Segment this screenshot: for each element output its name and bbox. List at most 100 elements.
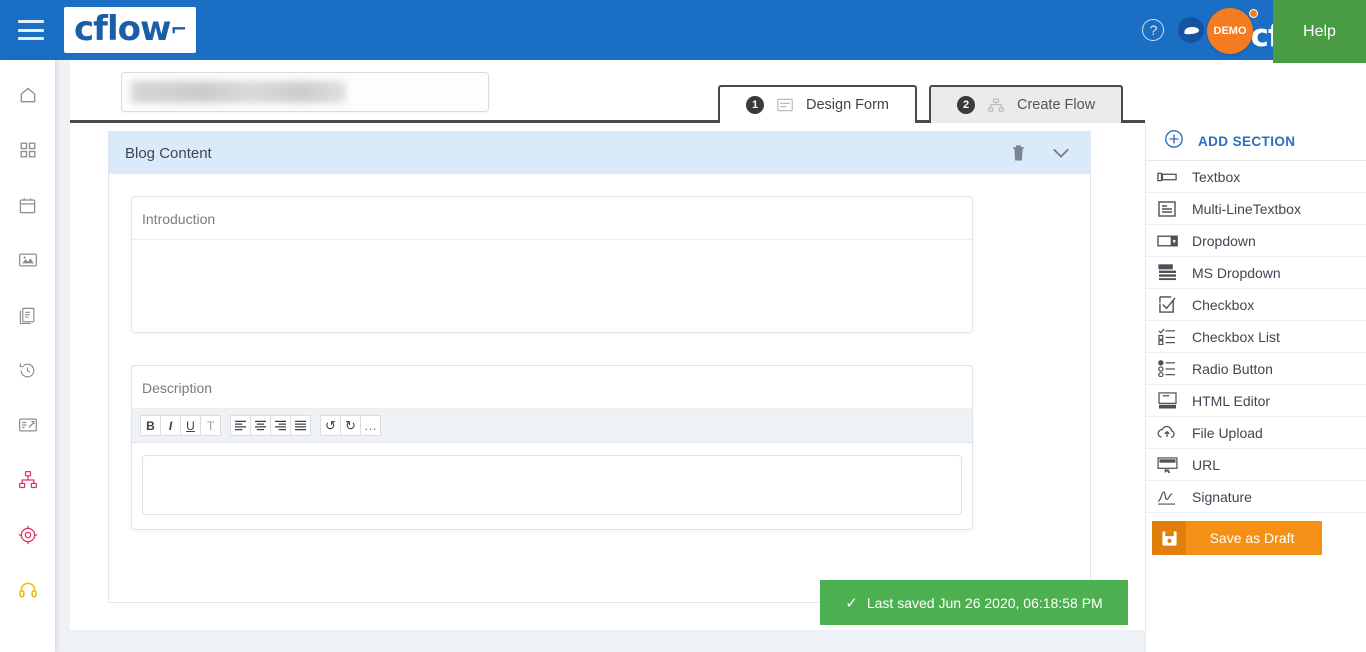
underline-button[interactable]: U [180,415,201,436]
top-navbar: cflow⌐ ? Powered By cflow⌐ [0,0,1366,60]
cloud-upload-icon [1156,425,1178,440]
sidebar-item-target[interactable] [11,518,45,552]
question-circle-icon[interactable]: ? [1142,19,1165,41]
section-title: Blog Content [125,144,212,162]
tab-design-form-number: 1 [746,96,764,114]
redo-button[interactable]: ↻ [340,415,361,436]
align-right-icon[interactable] [270,415,291,436]
dropdown-icon [1156,235,1178,247]
checkbox-icon [1156,296,1178,313]
save-as-draft-button[interactable]: Save as Draft [1152,521,1322,555]
palette-item-textbox-label: Textbox [1192,168,1241,185]
palette-item-ms-dropdown-label: MS Dropdown [1192,264,1281,281]
textbox-icon [1156,170,1178,184]
tab-create-flow[interactable]: 2 Create Flow [929,85,1124,123]
rte-format-group: B I U T [140,415,221,436]
tab-design-form-label: Design Form [806,97,889,113]
field-palette-panel: ADD SECTION Textbox Multi-LineTextbox Dr… [1145,123,1366,652]
field-introduction-label: Introduction [132,197,972,240]
plus-circle-icon [1164,129,1184,154]
demo-badge[interactable]: DEMO [1207,8,1253,54]
user-avatar-icon[interactable] [1178,17,1205,43]
rich-text-toolbar: B I U T ↺ ↻ … [132,409,972,443]
bold-button[interactable]: B [140,415,161,436]
trash-icon[interactable] [1011,144,1026,162]
sidebar-item-history[interactable] [11,353,45,387]
sidebar-item-home[interactable] [11,78,45,112]
rte-align-group [230,415,311,436]
field-introduction[interactable]: Introduction [131,196,973,333]
palette-item-checkbox[interactable]: Checkbox [1146,289,1366,321]
help-button[interactable]: Help [1273,0,1366,63]
tab-create-flow-number: 2 [957,96,975,114]
section-header: Blog Content [109,132,1090,174]
floppy-disk-icon [1152,521,1186,555]
palette-item-radio-button-label: Radio Button [1192,360,1273,377]
palette-item-signature-label: Signature [1192,488,1252,505]
palette-item-html-editor-label: HTML Editor [1192,392,1271,409]
checkbox-list-icon [1156,328,1178,345]
form-icon [776,96,794,114]
field-description[interactable]: Description B I U T ↺ ↻ … [131,365,973,530]
ms-dropdown-icon [1156,264,1178,281]
page-canvas: 1 Design Form 2 Create Flow Blog Content… [55,60,1366,652]
sidebar-item-support[interactable] [11,573,45,607]
sidebar-item-reports[interactable] [11,408,45,442]
field-introduction-input[interactable] [132,240,972,332]
app-logo-label: cflow [74,9,171,49]
palette-item-signature[interactable]: Signature [1146,481,1366,513]
chevron-down-icon[interactable] [1052,147,1070,159]
builder-header-row: 1 Design Form 2 Create Flow [70,60,1145,126]
field-description-label: Description [132,366,972,409]
workflow-name-input[interactable] [121,72,489,112]
palette-item-ms-dropdown[interactable]: MS Dropdown [1146,257,1366,289]
rte-history-group: ↺ ↻ … [320,415,381,436]
undo-button[interactable]: ↺ [320,415,341,436]
palette-item-dropdown[interactable]: Dropdown [1146,225,1366,257]
rich-text-editing-area[interactable] [142,455,962,515]
avatar-glyph [1183,25,1200,35]
clear-format-button[interactable]: T [200,415,221,436]
align-left-icon[interactable] [230,415,251,436]
italic-button[interactable]: I [160,415,181,436]
tab-design-form[interactable]: 1 Design Form [718,85,917,126]
align-center-icon[interactable] [250,415,271,436]
add-section-label: ADD SECTION [1198,134,1296,149]
more-options-button[interactable]: … [360,415,381,436]
radio-button-icon [1156,360,1178,377]
builder-tabs: 1 Design Form 2 Create Flow [718,85,1124,126]
multiline-textbox-icon [1156,200,1178,217]
hamburger-menu-icon[interactable] [18,20,44,40]
palette-item-checkbox-list-label: Checkbox List [1192,328,1280,345]
palette-item-textbox[interactable]: Textbox [1146,161,1366,193]
palette-item-url[interactable]: URL [1146,449,1366,481]
section-action-group [1011,144,1074,162]
sidebar-item-calendar[interactable] [11,188,45,222]
content-shell: 1 Design Form 2 Create Flow Blog Content… [70,60,1366,652]
section-blog-content: Blog Content Introduction Description B … [108,131,1091,603]
palette-item-file-upload-label: File Upload [1192,424,1263,441]
palette-item-radio-button[interactable]: Radio Button [1146,353,1366,385]
palette-item-file-upload[interactable]: File Upload [1146,417,1366,449]
palette-item-multiline-textbox[interactable]: Multi-LineTextbox [1146,193,1366,225]
palette-item-url-label: URL [1192,456,1221,473]
add-section-button[interactable]: ADD SECTION [1146,123,1366,161]
palette-item-checkbox-list[interactable]: Checkbox List [1146,321,1366,353]
logo-swoosh-icon: ⌐ [170,17,187,41]
sidebar-item-workflow[interactable] [11,463,45,497]
demo-notification-dot [1249,9,1258,18]
section-body: Introduction Description B I U T ↺ ↻ … [109,174,1090,602]
app-root: cflow⌐ ? Powered By cflow⌐ [0,0,1366,652]
palette-item-html-editor[interactable]: HTML Editor [1146,385,1366,417]
sidebar-item-dashboard[interactable] [11,133,45,167]
palette-item-checkbox-label: Checkbox [1192,296,1255,313]
url-icon [1156,456,1178,473]
sidebar-item-documents[interactable] [11,298,45,332]
app-logo[interactable]: cflow⌐ [64,7,197,53]
tab-create-flow-label: Create Flow [1017,97,1096,113]
flow-icon [987,96,1005,114]
html-editor-icon [1156,392,1178,409]
palette-item-multiline-textbox-label: Multi-LineTextbox [1192,200,1301,217]
sidebar-item-media[interactable] [11,243,45,277]
align-justify-icon[interactable] [290,415,311,436]
